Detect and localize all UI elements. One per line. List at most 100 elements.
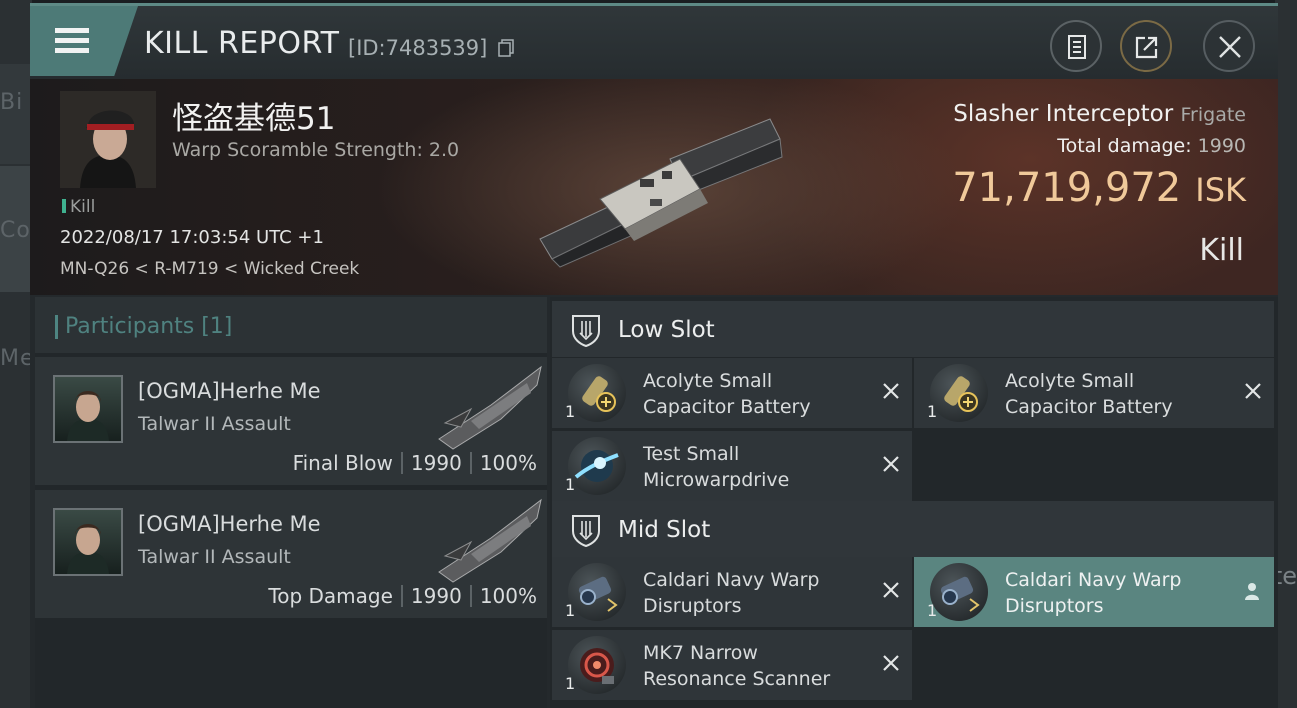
module-name-line: Disruptors (1005, 595, 1104, 617)
resonance-scanner-icon (568, 636, 626, 694)
microwarpdrive-icon (568, 437, 626, 495)
participant-name: [OGMA]Herhe Me (138, 379, 321, 403)
module-item[interactable]: 1 Acolyte Small Capacitor Battery (552, 358, 912, 428)
victim-ship[interactable]: Slasher Interceptor Frigate (953, 101, 1246, 127)
low-slot-icon (572, 315, 600, 347)
isk-value: 71,719,972 ISK (952, 165, 1246, 211)
module-name-line: MK7 Narrow (643, 642, 758, 664)
total-damage: Total damage: 1990 (1057, 135, 1246, 157)
kill-report-panel: KILL REPORT [ID:7483539] 怪盗基德51 Warp Sco… (30, 3, 1278, 708)
participant-role: Top Damage (268, 584, 393, 608)
dropped-person-icon (1245, 583, 1259, 600)
module-quantity: 1 (565, 475, 576, 494)
module-name-line: Resonance Scanner (643, 668, 831, 690)
fitting-panel: Low Slot 1 Acolyte Small Capacitor Batter… (550, 297, 1278, 708)
participant-percent: 100% (479, 584, 537, 608)
share-icon (1135, 36, 1158, 59)
kill-tag: Kill (62, 197, 95, 217)
mid-slot-title: Mid Slot (618, 517, 711, 543)
menu-icon (55, 28, 89, 54)
close-icon (1219, 36, 1241, 58)
participant-name: [OGMA]Herhe Me (138, 512, 321, 536)
module-name: Acolyte Small Capacitor Battery (643, 368, 873, 420)
low-slot-title: Low Slot (618, 317, 715, 343)
kill-location[interactable]: MN-Q26 < R-M719 < Wicked Creek (60, 259, 359, 279)
victim-name[interactable]: 怪盗基德51 (172, 93, 335, 138)
kill-datetime: 2022/08/17 17:03:54 UTC +1 (60, 227, 324, 248)
low-slot-header: Low Slot (552, 301, 1274, 357)
participant-ship: Talwar II Assault (138, 546, 291, 568)
module-item[interactable]: 1 MK7 Narrow Resonance Scanner (552, 630, 912, 700)
participant-ship-image (438, 498, 542, 583)
stat-divider (400, 452, 403, 474)
participant-role: Final Blow (292, 451, 393, 475)
module-quantity: 1 (927, 601, 938, 620)
module-name-line: Caldari Navy Warp (1005, 569, 1182, 591)
page-title: KILL REPORT (144, 26, 340, 61)
participant-ship: Talwar II Assault (138, 413, 291, 435)
result-label: Kill (1199, 233, 1244, 268)
participant-damage: 1990 (410, 584, 462, 608)
participants-panel: Participants [1] [OGMA]Herhe Me Talwar I… (35, 297, 547, 708)
module-name: Caldari Navy Warp Disruptors (643, 567, 873, 619)
participant-row[interactable]: [OGMA]Herhe Me Talwar II Assault Top Dam… (35, 490, 547, 618)
participants-header: Participants [1] (35, 297, 547, 353)
participant-stats: Final Blow 1990 100% (293, 451, 537, 475)
destroyed-x-icon (1245, 383, 1261, 399)
background-text: Co (0, 218, 31, 243)
participant-avatar[interactable] (53, 508, 123, 576)
avatar-image (67, 391, 109, 441)
module-item[interactable]: 1 Caldari Navy Warp Disruptors (552, 557, 912, 627)
isk-amount: 71,719,972 (952, 165, 1182, 211)
module-name-line: Capacitor Battery (643, 396, 811, 418)
module-quantity: 1 (565, 601, 576, 620)
background-text: Bi (0, 90, 24, 115)
capacitor-battery-icon (568, 364, 626, 422)
total-damage-value: 1990 (1197, 135, 1246, 157)
warp-disruptor-icon (568, 563, 626, 621)
kill-indicator (62, 199, 66, 213)
module-quantity: 1 (927, 402, 938, 421)
module-name-line: Acolyte Small (643, 370, 773, 392)
module-item[interactable]: 1 Test Small Microwarpdrive (552, 431, 912, 501)
module-name-line: Test Small (643, 443, 740, 465)
total-damage-label: Total damage: (1057, 135, 1192, 157)
ship-class: Frigate (1180, 104, 1246, 126)
participant-row[interactable]: [OGMA]Herhe Me Talwar II Assault Final B… (35, 357, 547, 485)
module-name-line: Disruptors (643, 595, 742, 617)
warp-disruptor-icon (930, 563, 988, 621)
copy-icon[interactable] (498, 39, 514, 57)
close-button[interactable] (1203, 20, 1255, 72)
warp-scramble-strength: Warp Scoramble Strength: 2.0 (172, 139, 460, 161)
participant-avatar[interactable] (53, 375, 123, 443)
victim-banner: 怪盗基德51 Warp Scoramble Strength: 2.0 Kill… (30, 79, 1278, 295)
header-accent-bar (55, 315, 58, 339)
ship-name-label: Slasher Interceptor (953, 101, 1174, 127)
module-name: Caldari Navy Warp Disruptors (1005, 567, 1235, 619)
report-id: [ID:7483539] (348, 36, 488, 60)
module-name: Acolyte Small Capacitor Battery (1005, 368, 1235, 420)
stat-divider (400, 585, 403, 607)
destroyed-x-icon (883, 655, 899, 671)
destroyed-x-icon (883, 582, 899, 598)
destroyed-x-icon (883, 456, 899, 472)
participant-damage: 1990 (410, 451, 462, 475)
share-button[interactable] (1120, 20, 1172, 72)
header-bar: KILL REPORT [ID:7483539] (30, 3, 1278, 79)
notes-icon (1068, 35, 1086, 59)
stat-divider (469, 585, 472, 607)
portrait-image (60, 91, 156, 188)
mid-slot-header: Mid Slot (552, 501, 1274, 557)
mid-slot-icon (572, 515, 600, 547)
background-left: Bi Co Me (0, 0, 34, 708)
participant-percent: 100% (479, 451, 537, 475)
victim-portrait[interactable] (60, 91, 156, 188)
avatar-image (67, 524, 109, 574)
module-quantity: 1 (565, 402, 576, 421)
module-name: Test Small Microwarpdrive (643, 441, 873, 493)
notes-button[interactable] (1050, 20, 1102, 72)
menu-button[interactable] (30, 6, 138, 76)
destroyed-x-icon (883, 383, 899, 399)
module-item[interactable]: 1 Acolyte Small Capacitor Battery (914, 358, 1274, 428)
module-item-selected[interactable]: 1 Caldari Navy Warp Disruptors (914, 557, 1274, 627)
